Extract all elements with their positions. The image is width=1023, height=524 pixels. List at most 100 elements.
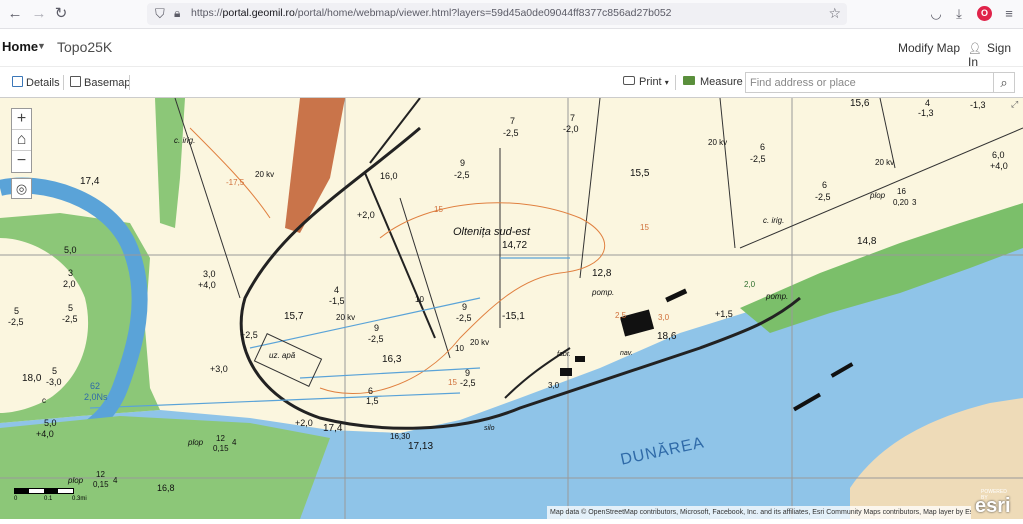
map-label: plop [68, 476, 84, 485]
opera-extension-icon[interactable]: O [977, 6, 992, 21]
map-labels: 17,4 c. irig. 20 kv -17,5 16,0 +2,0 7 -2… [0, 98, 1023, 519]
zoom-out-button[interactable]: − [12, 151, 31, 172]
home-icon[interactable]: ⌂ [12, 130, 31, 151]
map-label: 15,7 [284, 311, 304, 322]
details-button[interactable]: Details [12, 76, 60, 89]
map-label: 10 [415, 295, 424, 304]
map-label: 20 kv [470, 338, 490, 347]
map-label: -2,5 [750, 154, 766, 164]
map-label: -2,5 [503, 128, 519, 138]
map-label: +2,5 [240, 330, 258, 340]
map-label: 12 [216, 434, 225, 443]
sign-in-link[interactable]: 👤︎ Sign In [968, 41, 1023, 69]
map-label: 2,0 [744, 280, 756, 289]
print-button[interactable]: Print ▾ [623, 76, 669, 88]
map-label: 2,0Ns [84, 392, 108, 402]
bookmark-star-icon[interactable]: ☆ [828, 5, 841, 22]
basemap-label: Basemap [84, 77, 131, 89]
measure-button[interactable]: Measure [683, 76, 743, 88]
map-label: 9 [462, 302, 468, 312]
reload-icon[interactable]: ↻ [52, 5, 70, 23]
zoom-in-button[interactable]: + [12, 109, 31, 130]
map-label: Oltenița sud-est [453, 226, 531, 238]
details-icon [12, 76, 23, 87]
map-label: 4 [925, 98, 931, 108]
forward-arrow-icon[interactable]: → [30, 5, 48, 23]
scale-label: 0.1 [44, 496, 53, 502]
address-bar[interactable]: ⛉ 🔒︎ https://portal.geomil.ro/portal/hom… [147, 3, 847, 25]
home-menu[interactable]: Home [2, 39, 38, 54]
map-label: 15 [434, 205, 443, 214]
map-label: -2,5 [8, 317, 24, 327]
scale-label: 0 [14, 496, 18, 502]
map-label: -2,5 [62, 314, 78, 324]
map-label: 9 [465, 368, 471, 378]
menu-icon[interactable]: ≡ [1000, 5, 1018, 23]
scale-bar [14, 488, 74, 494]
map-label: 0,20 [893, 198, 909, 207]
map-label: c. irig. [174, 136, 196, 145]
map-label: 10 [455, 344, 464, 353]
map-label: 14,8 [857, 236, 877, 247]
map-label: +4,0 [36, 429, 54, 439]
zoom-control: + ⌂ − [11, 108, 32, 173]
map-label: 12 [96, 470, 105, 479]
search-icon[interactable]: ⌕ [993, 73, 1014, 92]
locate-icon[interactable]: ◎ [11, 178, 32, 199]
map-label: c [42, 396, 46, 405]
details-label: Details [26, 77, 60, 89]
modify-map-link[interactable]: Modify Map [898, 41, 960, 55]
map-label: 14,72 [502, 240, 528, 251]
map-label: 16,0 [380, 171, 398, 181]
map-label: pomp. [766, 292, 789, 301]
map-label: 1,5 [366, 396, 379, 406]
map-label: +2,0 [357, 210, 375, 220]
app-header: Home ▼ Topo25K Modify Map 👤︎ Sign In [0, 29, 1023, 69]
map-label: 17,13 [408, 441, 434, 452]
map-label: 2,0 [63, 279, 76, 289]
download-icon[interactable]: ⤓ [950, 5, 968, 23]
map-label: 20 kv [255, 170, 275, 179]
map-title: Topo25K [57, 39, 113, 55]
map-label: +4,0 [990, 161, 1008, 171]
map-label: 6 [368, 386, 374, 396]
back-arrow-icon[interactable]: ← [6, 5, 24, 23]
map-label: silo [484, 425, 495, 432]
map-label: 15 [640, 223, 649, 232]
map-label: 20 kv [336, 313, 356, 322]
map-label: +1,5 [715, 309, 733, 319]
map-label: +4,0 [198, 280, 216, 290]
map-label: 2,5 [615, 311, 627, 320]
map-toolbar: Details Basemap Print ▾ Measure ⌕ [0, 67, 1023, 98]
user-icon: 👤︎ [968, 43, 982, 55]
basemap-button[interactable]: Basemap [70, 76, 130, 89]
search-input[interactable] [746, 73, 994, 92]
map-label: -17,5 [226, 178, 245, 187]
basemap-grid-icon [70, 76, 81, 87]
map-label: nav. [620, 350, 633, 357]
map-label: 4 [232, 438, 237, 447]
chevron-down-icon[interactable]: ▼ [37, 41, 46, 51]
print-label: Print [639, 76, 662, 88]
map-label: 16,3 [382, 354, 402, 365]
map-label: 17,4 [80, 176, 100, 187]
map-label: -1,5 [329, 296, 345, 306]
map-attribution: Map data © OpenStreetMap contributors, M… [547, 506, 971, 519]
map-label: 5 [68, 303, 74, 313]
map-label: 5 [14, 306, 20, 316]
map-label: 20 kv [708, 138, 728, 147]
map-label: -1,3 [970, 100, 986, 110]
pocket-icon[interactable]: ◡ [927, 5, 945, 23]
map-label: 3 [68, 268, 74, 278]
expand-icon[interactable]: ⤢ [1011, 99, 1018, 110]
esri-logo: POWERED BY esri [975, 489, 1011, 518]
map-label: plop [188, 438, 204, 447]
map-label: -2,0 [563, 124, 579, 134]
map-label: -2,5 [368, 334, 384, 344]
map-label: -2,5 [456, 313, 472, 323]
map-view[interactable]: 17,4 c. irig. 20 kv -17,5 16,0 +2,0 7 -2… [0, 98, 1023, 519]
map-label: 9 [460, 158, 466, 168]
map-label: 7 [510, 116, 516, 126]
map-label: 5,0 [44, 418, 57, 428]
map-label: +2,0 [295, 418, 313, 428]
